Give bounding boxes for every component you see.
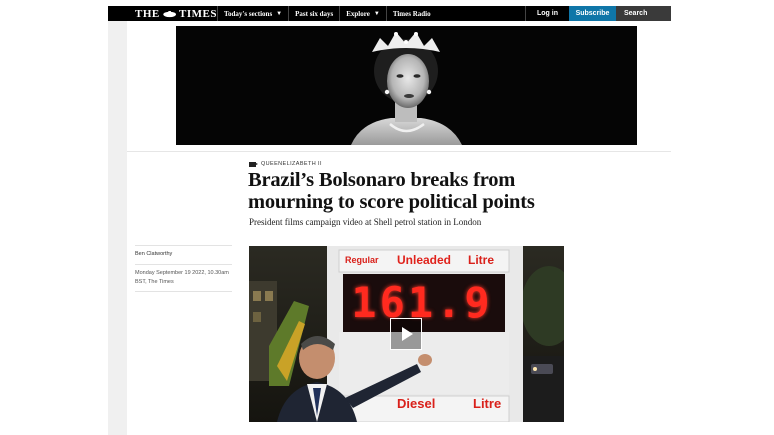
play-icon bbox=[402, 327, 413, 341]
sign-bottom-left: Diesel bbox=[397, 396, 436, 411]
nav-item-label: Explore bbox=[346, 9, 370, 18]
crest-icon bbox=[163, 10, 176, 17]
times-logo[interactable]: THE TIMES bbox=[135, 8, 217, 20]
logo-text-times: TIMES bbox=[179, 7, 217, 20]
section-divider bbox=[127, 151, 671, 152]
play-button[interactable] bbox=[390, 318, 422, 350]
video-player[interactable]: Regular Unleaded Litre 161.9 Diesel Litr… bbox=[249, 246, 564, 422]
hero-image bbox=[176, 26, 637, 145]
article-kicker[interactable]: QUEENELIZABETH II bbox=[249, 161, 322, 167]
nav-item-label: Past six days bbox=[295, 9, 334, 18]
nav-past-six-days[interactable]: Past six days bbox=[288, 6, 339, 21]
subscribe-button[interactable]: Subscribe bbox=[569, 6, 616, 21]
sign-bottom-right: Litre bbox=[473, 396, 502, 411]
byline-rule bbox=[135, 245, 232, 246]
sign-top-left: Regular bbox=[345, 255, 379, 265]
login-button[interactable]: Log in bbox=[525, 6, 569, 21]
fuel-price-display: 161.9 bbox=[351, 278, 493, 327]
sign-top-middle: Unleaded bbox=[397, 253, 452, 267]
byline-rule bbox=[135, 264, 232, 265]
article-standfirst: President films campaign video at Shell … bbox=[249, 217, 482, 227]
sign-top-right: Litre bbox=[468, 253, 495, 267]
publish-date: Monday September 19 2022, 10.30am BST, T… bbox=[135, 270, 229, 285]
nav-item-label: Today's sections bbox=[224, 9, 273, 18]
nav-todays-sections[interactable]: Today's sections ▼ bbox=[217, 6, 288, 21]
nav-explore[interactable]: Explore ▼ bbox=[339, 6, 386, 21]
left-gutter bbox=[108, 21, 127, 435]
author-link[interactable]: Ben Clatworthy bbox=[135, 251, 172, 257]
video-camera-icon bbox=[249, 161, 258, 167]
kicker-label: QUEENELIZABETH II bbox=[261, 161, 322, 167]
article-headline: Brazil’s Bolsonaro breaks from mourning … bbox=[248, 169, 535, 213]
chevron-down-icon: ▼ bbox=[276, 10, 283, 17]
logo-text-the: THE bbox=[135, 7, 160, 20]
byline-rule bbox=[135, 291, 232, 292]
nav-times-radio[interactable]: Times Radio bbox=[385, 6, 437, 21]
search-button[interactable]: Search bbox=[616, 6, 671, 21]
chevron-down-icon: ▼ bbox=[373, 10, 380, 17]
top-nav: THE TIMES Today's sections ▼ Past six da… bbox=[108, 6, 671, 21]
nav-item-label: Times Radio bbox=[392, 9, 431, 18]
hero-portrait bbox=[176, 26, 637, 145]
